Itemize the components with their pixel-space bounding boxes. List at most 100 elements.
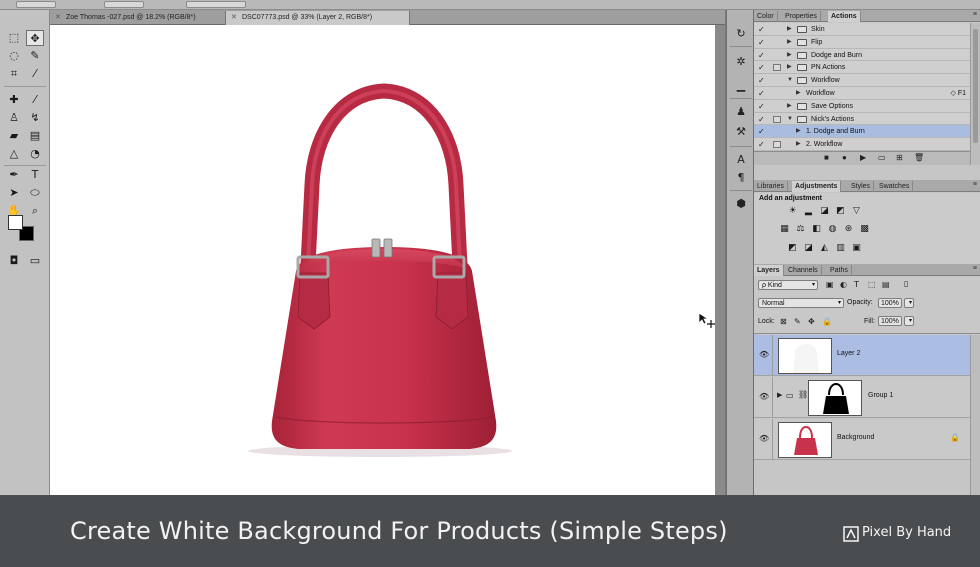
photo-filter-icon[interactable]: ◍ [827,224,838,234]
close-icon[interactable]: ✕ [55,11,61,25]
link-chain-icon[interactable]: ⛓ [798,390,808,399]
lock-pixels-icon[interactable]: ✎ [794,317,801,326]
layer-row-background[interactable]: 👁 Background 🔒 [754,419,970,460]
ellipse-tool-icon[interactable]: ⬭ [26,185,44,201]
filter-toggle-icon[interactable]: ▯ [904,279,908,288]
layer-row-layer-2[interactable]: 👁 Layer 2 [754,335,970,376]
channel-mixer-icon[interactable]: ⊛ [843,224,854,234]
lasso-tool-icon[interactable]: ◌ [5,48,23,64]
layer-name[interactable]: Background [837,434,874,441]
close-icon[interactable]: ✕ [231,11,237,25]
lock-position-icon[interactable]: ✥ [808,317,815,326]
new-action-icon[interactable]: ⊞ [896,153,903,162]
layer-name[interactable]: Layer 2 [837,350,860,357]
blend-mode-dropdown[interactable]: Normal ▾ [758,298,844,308]
checkmark-icon[interactable]: ✓ [758,138,765,151]
panel-menu-icon[interactable]: ≡ [973,11,977,18]
options-control[interactable] [186,1,246,8]
opacity-input[interactable]: 100% [878,298,902,308]
color-balance-icon[interactable]: ⚖ [795,224,806,234]
marquee-tool-icon[interactable]: ⬚ [5,30,23,46]
tab-styles[interactable]: Styles [848,181,875,192]
3d-panel-icon[interactable]: ⬢ [733,196,749,212]
character-panel-icon[interactable]: A [733,152,749,168]
brightness-contrast-icon[interactable]: ☀ [787,206,798,216]
gradient-tool-icon[interactable]: ▤ [26,128,44,144]
visibility-eye-icon[interactable]: 👁 [759,434,769,443]
expand-icon[interactable]: ▶ [787,61,792,74]
dialog-toggle-icon[interactable] [773,64,781,72]
brush-settings-icon[interactable]: ✲ [733,54,749,70]
expand-icon[interactable]: ▶ [787,23,792,36]
document-tab[interactable]: ✕ Zoe Thomas -027.psd @ 18.2% (RGB/8*) [50,11,226,25]
expand-icon[interactable]: ▶ [787,36,792,49]
history-brush-tool-icon[interactable]: ↯ [26,110,44,126]
checkmark-icon[interactable]: ✓ [758,23,765,36]
eyedropper-tool-icon[interactable]: ⁄ [26,66,44,82]
healing-brush-tool-icon[interactable]: ✚ [5,92,23,108]
expand-icon[interactable]: ▶ [796,125,801,138]
tab-color[interactable]: Color [754,11,778,22]
crop-tool-icon[interactable]: ⌗ [5,66,23,82]
zoom-tool-icon[interactable]: ⌕ [26,203,44,219]
checkmark-icon[interactable]: ✓ [758,36,765,49]
path-select-tool-icon[interactable]: ➤ [5,185,23,201]
document-tab-active[interactable]: ✕ DSC07773.psd @ 33% (Layer 2, RGB/8*) [226,11,410,25]
filter-adjustment-icon[interactable]: ◐ [840,280,847,289]
layers-scrollbar[interactable] [970,335,980,495]
options-dropdown[interactable] [104,1,144,8]
quick-select-tool-icon[interactable]: ✎ [26,48,44,64]
tab-libraries[interactable]: Libraries [754,181,788,192]
panel-menu-icon[interactable]: ≡ [973,181,977,188]
action-row[interactable]: ✓ ▶ Skin [754,23,970,36]
filter-pixel-icon[interactable]: ▣ [826,280,834,289]
posterize-icon[interactable]: ◪ [803,243,814,253]
dialog-toggle-icon[interactable] [773,141,781,149]
expand-icon[interactable]: ▶ [796,87,801,100]
histogram-icon[interactable]: ▁ [733,78,749,94]
curves-icon[interactable]: ◪ [819,206,830,216]
vibrance-icon[interactable]: ▽ [851,206,862,216]
expand-icon[interactable]: ▶ [787,100,792,113]
action-row[interactable]: ✓ ▼ Nick's Actions [754,113,970,126]
clone-source-icon[interactable]: ♟ [733,104,749,120]
collapse-icon[interactable]: ▼ [787,74,793,87]
opacity-slider-toggle[interactable]: ▾ [904,298,914,308]
play-icon[interactable]: ▶ [860,153,866,162]
gradient-map-icon[interactable]: ▥ [835,243,846,253]
action-row[interactable]: ✓ ▶ 2. Workflow [754,138,970,151]
eraser-tool-icon[interactable]: ▰ [5,128,23,144]
paragraph-panel-icon[interactable]: ¶ [733,170,749,186]
filter-shape-icon[interactable]: ⬚ [868,280,876,289]
visibility-eye-icon[interactable]: 👁 [759,392,769,401]
expand-icon[interactable]: ▶ [787,49,792,62]
checkmark-icon[interactable]: ✓ [758,113,765,126]
color-lookup-icon[interactable]: ▩ [859,224,870,234]
tab-properties[interactable]: Properties [782,11,821,22]
move-tool-icon[interactable]: ✥ [26,30,44,46]
stop-icon[interactable]: ■ [824,153,829,162]
action-row[interactable]: ✓ ▶ PN Actions [754,61,970,75]
brush-tool-icon[interactable]: ⁄ [26,92,44,108]
action-row[interactable]: ✓ ▶ Workflow ◇ F1 [754,87,970,100]
tab-paths[interactable]: Paths [827,265,852,276]
checkmark-icon[interactable]: ✓ [758,87,765,100]
layer-name[interactable]: Group 1 [868,392,893,399]
clone-stamp-tool-icon[interactable]: ♙ [5,110,23,126]
action-row[interactable]: ✓ ▼ Workflow [754,74,970,87]
dodge-tool-icon[interactable]: ◔ [26,146,44,162]
history-panel-icon[interactable]: ↻ [733,26,749,42]
pen-tool-icon[interactable]: ✒ [5,167,23,183]
tab-channels[interactable]: Channels [785,265,822,276]
layer-row-group-1[interactable]: 👁 ▶ ▭ ⛓ Group 1 [754,377,970,418]
action-row[interactable]: ✓ ▶ Dodge and Burn [754,49,970,62]
checkmark-icon[interactable]: ✓ [758,49,765,62]
filter-type-icon[interactable]: T [854,280,859,289]
foreground-color-swatch[interactable] [8,215,23,230]
filter-smart-object-icon[interactable]: ▤ [882,280,890,289]
scroll-thumb[interactable] [973,29,978,143]
dialog-toggle-icon[interactable] [773,115,781,123]
action-row[interactable]: ✓ ▶ Save Options [754,100,970,113]
layer-filter-dropdown[interactable]: ρ Kind ▾ [758,280,818,290]
blur-tool-icon[interactable]: △ [5,146,23,162]
